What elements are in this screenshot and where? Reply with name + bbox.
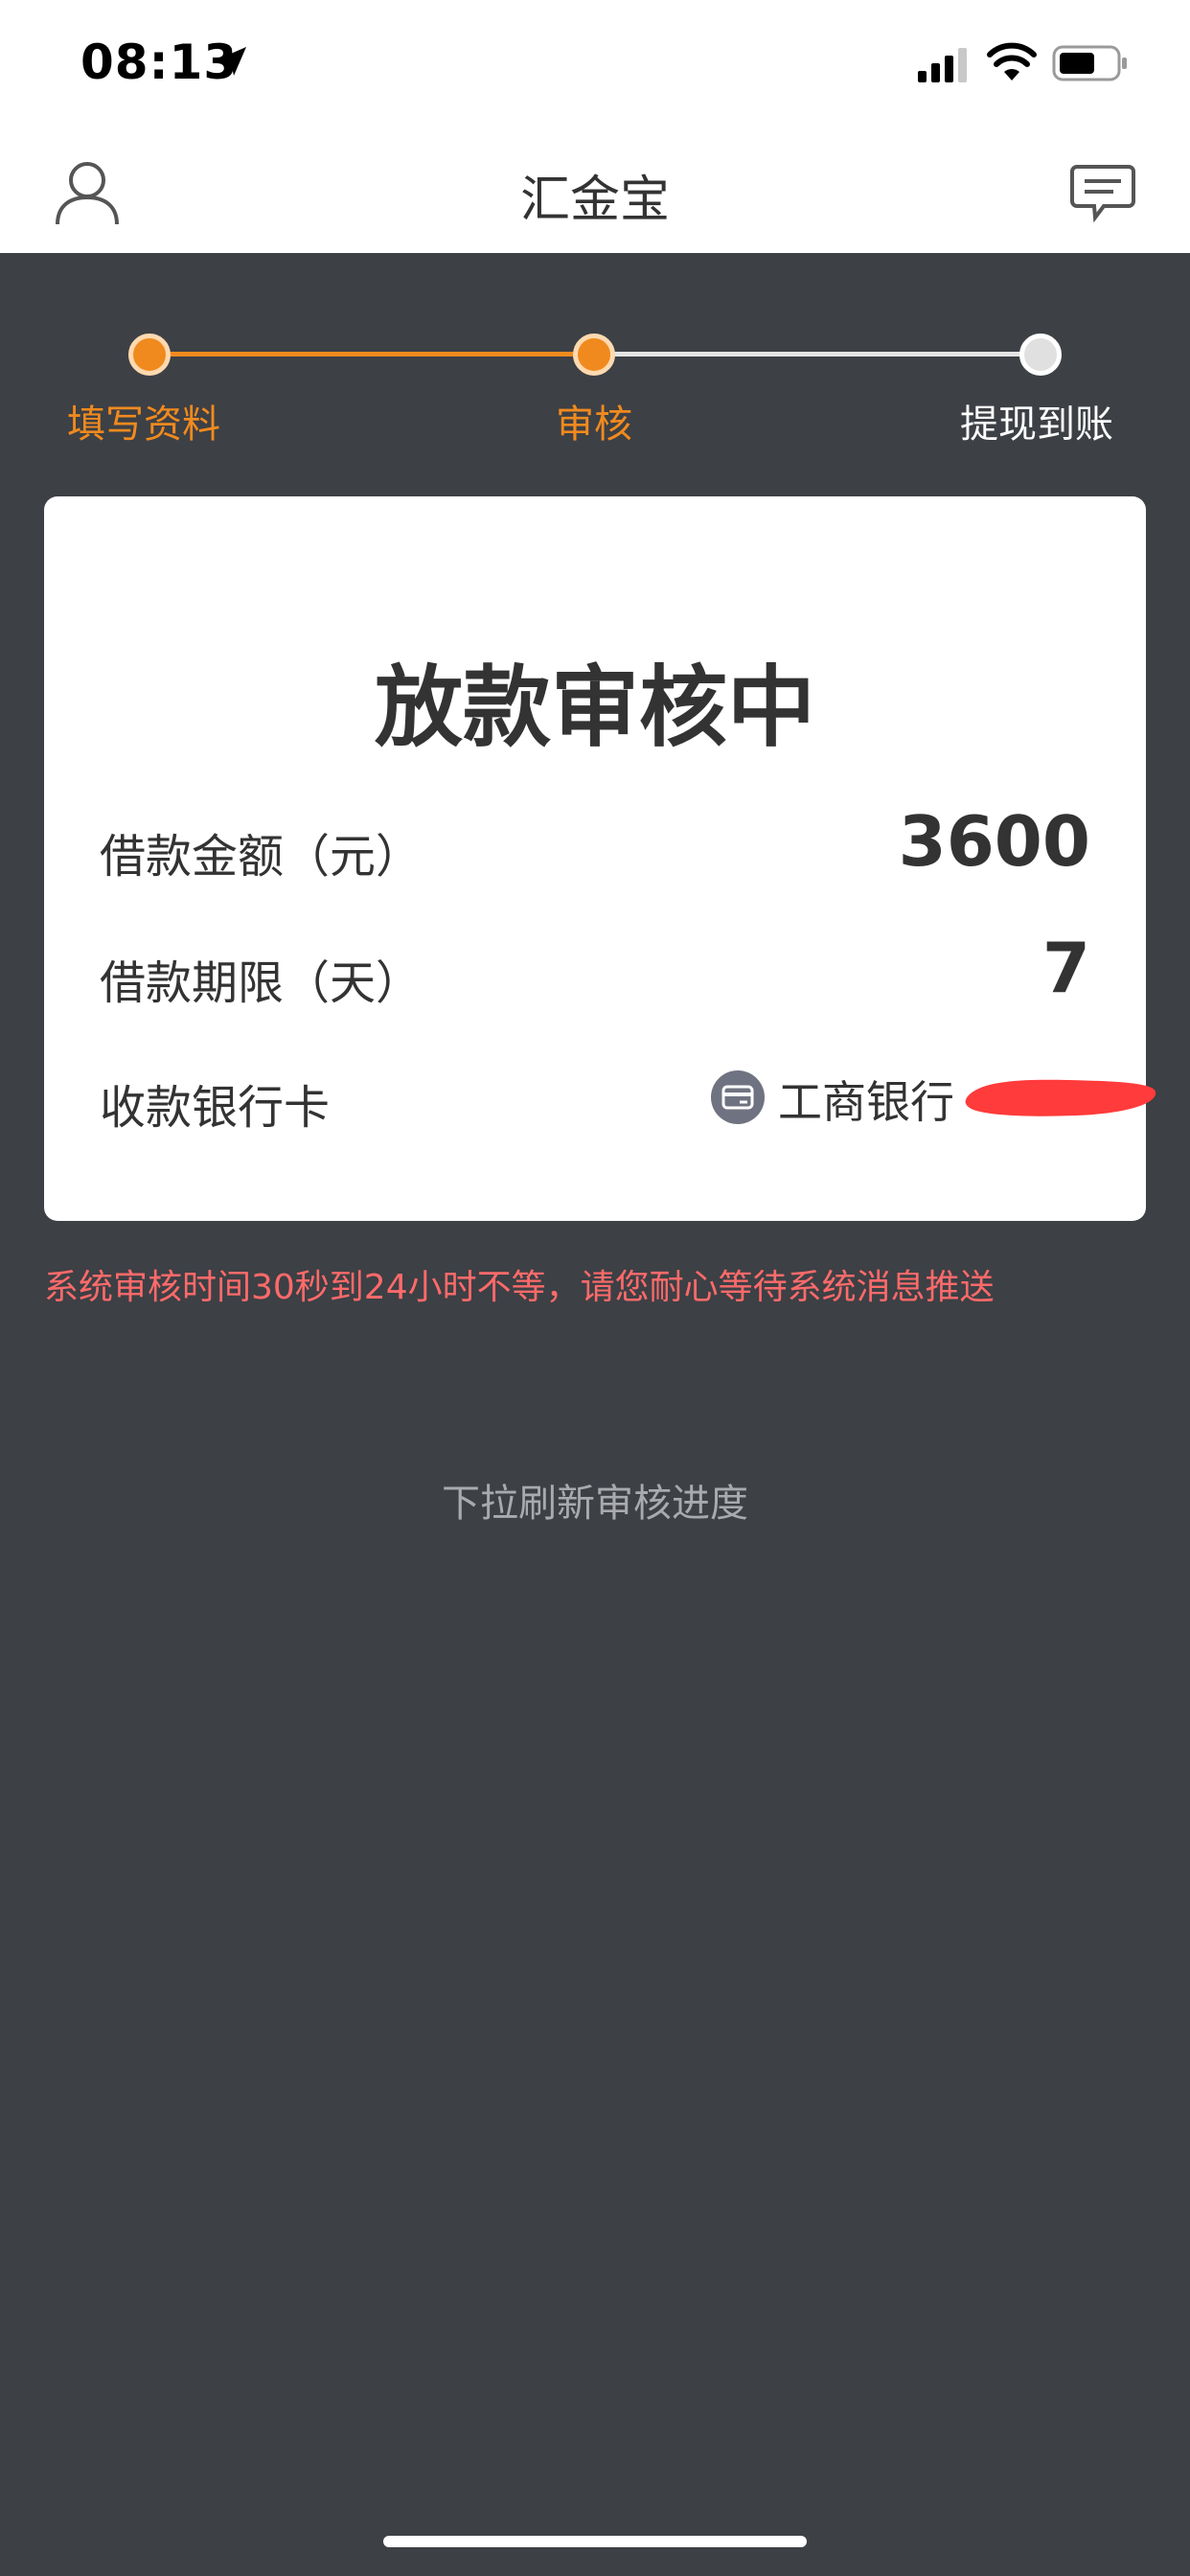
step-1-label: 填写资料 xyxy=(67,402,220,447)
redaction-mark xyxy=(965,1079,1156,1116)
signal-icon xyxy=(918,48,967,82)
term-value: 7 xyxy=(1041,928,1090,1008)
navigation-bar: 汇金宝 xyxy=(0,128,1190,253)
step-1-dot xyxy=(128,334,171,376)
step-connector-completed xyxy=(149,352,594,356)
status-bar: 08:13 xyxy=(0,0,1190,128)
review-time-notice: 系统审核时间30秒到24小时不等，请您耐心等待系统消息推送 xyxy=(44,1268,995,1307)
step-3-label: 提现到账 xyxy=(960,402,1113,447)
step-connector-pending xyxy=(594,352,1041,356)
step-2-dot xyxy=(573,334,615,376)
loan-review-card: 放款审核中 借款金额（元） 3600 借款期限（天） 7 收款银行卡 工商银行 xyxy=(44,496,1156,1221)
pull-to-refresh-hint: 下拉刷新审核进度 xyxy=(442,1482,748,1526)
amount-value: 3600 xyxy=(898,801,1090,882)
battery-icon xyxy=(1052,45,1127,81)
term-label: 借款期限（天） xyxy=(100,956,423,1010)
location-arrow-icon xyxy=(217,47,246,76)
step-3-dot xyxy=(1019,334,1062,376)
step-2-label: 审核 xyxy=(556,402,632,447)
bank-name: 工商银行 xyxy=(778,1076,954,1128)
amount-label: 借款金额（元） xyxy=(100,830,423,884)
bank-card-icon xyxy=(711,1070,765,1124)
card-title: 放款审核中 xyxy=(374,656,815,759)
home-indicator[interactable] xyxy=(383,2536,807,2547)
wifi-icon xyxy=(987,42,1037,80)
message-icon[interactable] xyxy=(1069,163,1136,222)
bank-card-label: 收款银行卡 xyxy=(100,1081,331,1135)
page-title: 汇金宝 xyxy=(519,172,670,229)
